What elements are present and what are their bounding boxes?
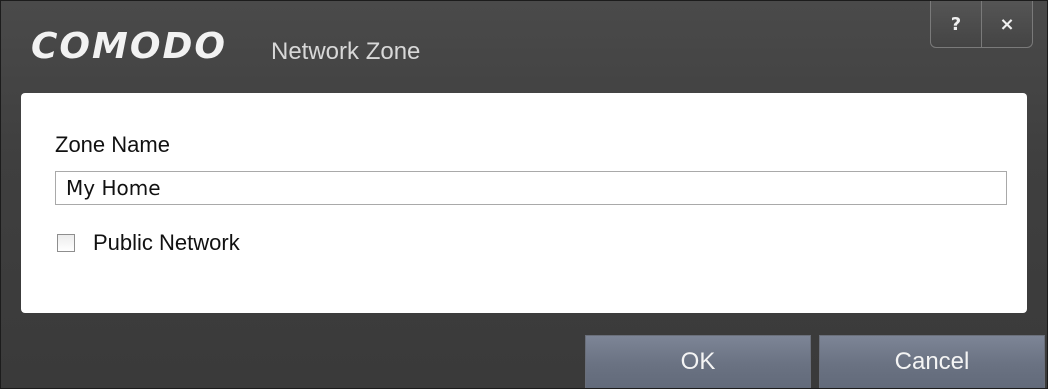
ok-button[interactable]: OK [585,335,811,388]
public-network-checkbox[interactable] [57,234,75,252]
close-icon: × [999,13,1015,35]
content-panel: Zone Name Public Network [21,93,1027,313]
public-network-label: Public Network [93,230,240,255]
dialog-footer: OK Cancel [1,313,1047,388]
comodo-logo: COMODO [31,26,227,67]
cancel-button[interactable]: Cancel [819,335,1045,388]
window-controls: ? × [930,1,1033,48]
close-button[interactable]: × [981,1,1032,47]
zone-name-input[interactable] [55,171,1007,205]
public-network-option[interactable]: Public Network [57,229,240,257]
title-bar: COMODO Network Zone ? × [1,1,1047,93]
dialog-title: Network Zone [271,38,421,65]
zone-name-label: Zone Name [55,132,170,157]
help-button[interactable]: ? [931,1,981,47]
network-zone-dialog: COMODO Network Zone ? × Zone Name Public… [0,0,1048,389]
help-icon: ? [950,13,962,35]
